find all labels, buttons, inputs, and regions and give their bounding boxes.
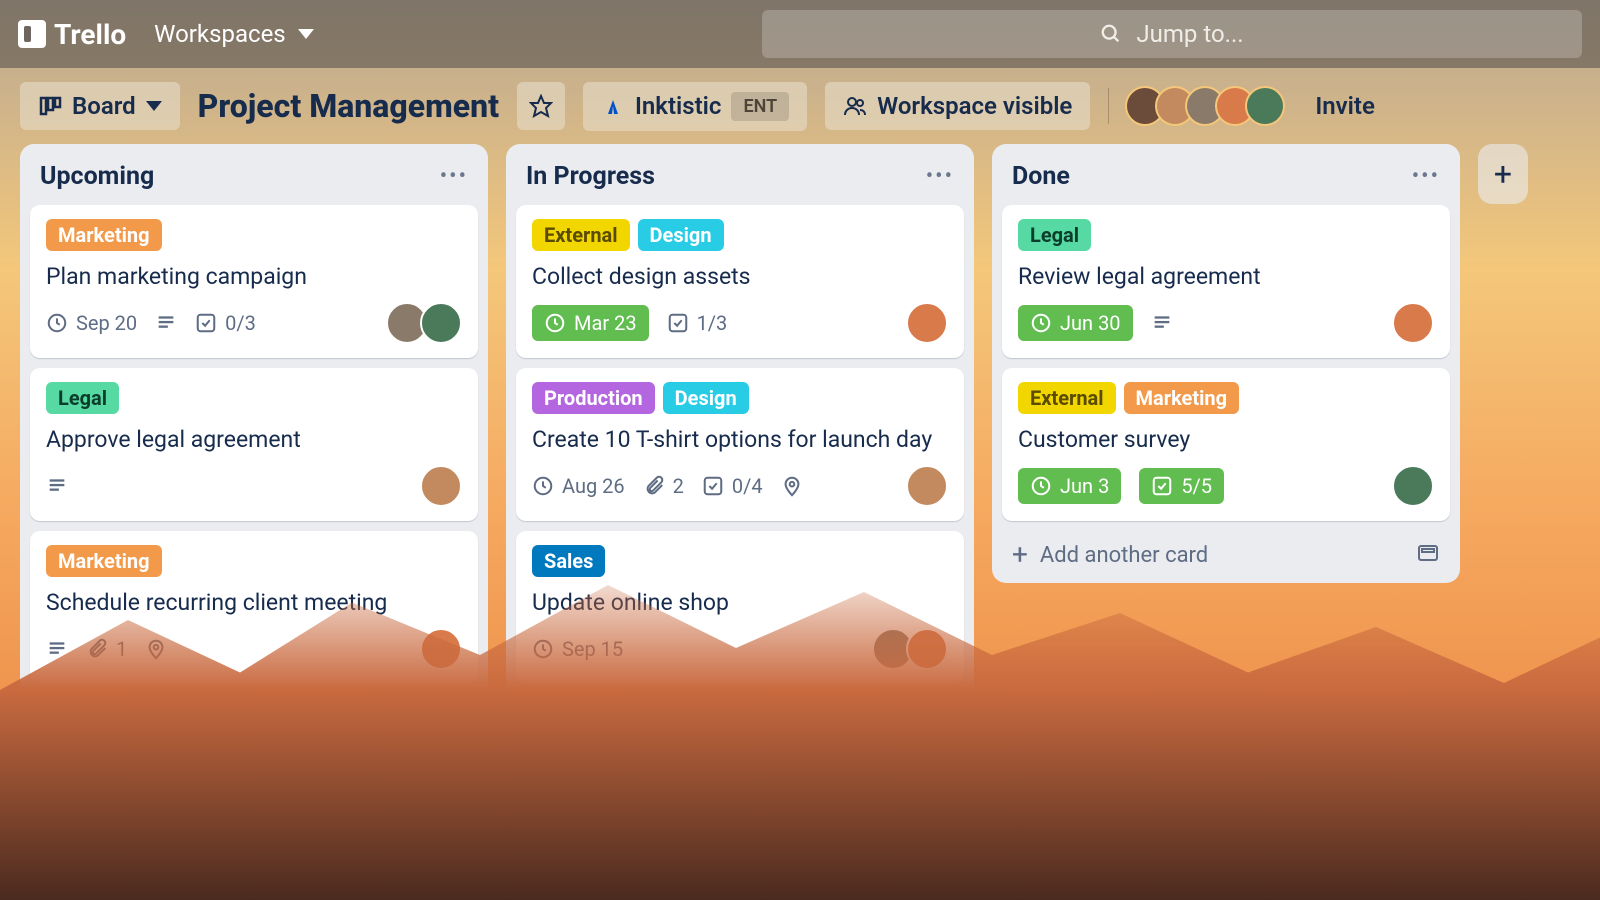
- board-view-label: Board: [72, 92, 136, 120]
- card-label[interactable]: Marketing: [46, 545, 162, 577]
- visibility-button[interactable]: Workspace visible: [825, 82, 1090, 130]
- card-title: Create 10 T-shirt options for launch day: [532, 424, 948, 455]
- add-card-button[interactable]: +Add another card: [1012, 541, 1208, 569]
- card-member-avatar[interactable]: [1392, 302, 1434, 344]
- card-template-button[interactable]: [1416, 541, 1440, 569]
- plus-icon: +: [1494, 155, 1512, 193]
- checklist-badge: 0/4: [702, 474, 763, 498]
- card-label[interactable]: Production: [532, 382, 655, 414]
- workspaces-menu-button[interactable]: Workspaces: [154, 20, 314, 48]
- workspace-button[interactable]: Inktistic ENT: [583, 82, 807, 131]
- search-placeholder: Jump to...: [1136, 20, 1243, 48]
- card-title: Schedule recurring client meeting: [46, 587, 462, 618]
- card-label[interactable]: Design: [638, 219, 724, 251]
- list-title[interactable]: Upcoming: [40, 162, 154, 191]
- add-list-button[interactable]: +: [1478, 144, 1528, 204]
- atlassian-icon: [601, 94, 625, 118]
- board-icon: [38, 94, 62, 118]
- card-member-avatar[interactable]: [906, 465, 948, 507]
- board-title[interactable]: Project Management: [198, 87, 499, 125]
- board-view-switcher[interactable]: Board: [20, 82, 180, 130]
- divider: [1108, 88, 1109, 124]
- card-label[interactable]: Marketing: [46, 219, 162, 251]
- card[interactable]: ExternalMarketing Customer survey Jun 3 5…: [1002, 368, 1450, 521]
- chevron-down-icon: [146, 101, 162, 111]
- checklist-badge: 5/5: [1139, 468, 1224, 504]
- due-date-badge: Sep 20: [46, 311, 137, 335]
- due-date-badge: Mar 23: [532, 305, 649, 341]
- workspace-name: Inktistic: [635, 92, 721, 120]
- card[interactable]: ProductionDesign Create 10 T-shirt optio…: [516, 368, 964, 521]
- list: Done ••• Legal Review legal agreement Ju…: [992, 144, 1460, 583]
- card-label[interactable]: Marketing: [1124, 382, 1240, 414]
- card-label[interactable]: Design: [663, 382, 749, 414]
- star-board-button[interactable]: [517, 82, 565, 130]
- card[interactable]: Legal Approve legal agreement: [30, 368, 478, 521]
- card[interactable]: Legal Review legal agreement Jun 30: [1002, 205, 1450, 358]
- description-icon: [1151, 312, 1173, 334]
- card-label[interactable]: Sales: [532, 545, 605, 577]
- avatar[interactable]: [1245, 86, 1285, 126]
- attachment-badge: 2: [643, 474, 684, 498]
- card-label[interactable]: Legal: [46, 382, 119, 414]
- card-title: Plan marketing campaign: [46, 261, 462, 292]
- global-header: Trello Workspaces Jump to...: [0, 0, 1600, 68]
- board-members[interactable]: [1135, 86, 1285, 126]
- due-date-badge: Aug 26: [532, 474, 625, 498]
- card-label[interactable]: Legal: [1018, 219, 1091, 251]
- people-icon: [843, 94, 867, 118]
- star-icon: [529, 94, 553, 118]
- card-label[interactable]: External: [1018, 382, 1116, 414]
- board-header: Board Project Management Inktistic ENT W…: [0, 68, 1600, 144]
- due-date-badge: Jun 30: [1018, 305, 1133, 341]
- checklist-badge: 0/3: [195, 311, 256, 335]
- search-icon: [1100, 23, 1122, 45]
- card-label[interactable]: External: [532, 219, 630, 251]
- search-input[interactable]: Jump to...: [762, 10, 1582, 58]
- description-icon: [46, 475, 68, 497]
- location-icon: [781, 475, 803, 497]
- card-title: Collect design assets: [532, 261, 948, 292]
- trello-logo[interactable]: Trello: [18, 18, 126, 51]
- workspaces-label: Workspaces: [154, 20, 286, 48]
- card[interactable]: ExternalDesign Collect design assets Mar…: [516, 205, 964, 358]
- list-menu-button[interactable]: •••: [440, 164, 468, 189]
- checklist-badge: 1/3: [667, 311, 728, 335]
- invite-button[interactable]: Invite: [1315, 92, 1375, 120]
- plus-icon: +: [1012, 541, 1028, 569]
- trello-logo-icon: [18, 20, 46, 48]
- list-title[interactable]: Done: [1012, 162, 1070, 191]
- visibility-label: Workspace visible: [877, 92, 1072, 120]
- chevron-down-icon: [298, 29, 314, 39]
- card-title: Review legal agreement: [1018, 261, 1434, 292]
- workspace-tier-badge: ENT: [731, 92, 789, 121]
- card-title: Approve legal agreement: [46, 424, 462, 455]
- card-member-avatar[interactable]: [906, 302, 948, 344]
- card[interactable]: Marketing Plan marketing campaign Sep 20…: [30, 205, 478, 358]
- card-member-avatar[interactable]: [420, 302, 462, 344]
- brand-text: Trello: [54, 18, 126, 51]
- list-menu-button[interactable]: •••: [1412, 164, 1440, 189]
- due-date-badge: Jun 3: [1018, 468, 1121, 504]
- description-icon: [155, 312, 177, 334]
- card-member-avatar[interactable]: [420, 465, 462, 507]
- card-member-avatar[interactable]: [1392, 465, 1434, 507]
- list-menu-button[interactable]: •••: [926, 164, 954, 189]
- card-title: Customer survey: [1018, 424, 1434, 455]
- list-title[interactable]: In Progress: [526, 162, 655, 191]
